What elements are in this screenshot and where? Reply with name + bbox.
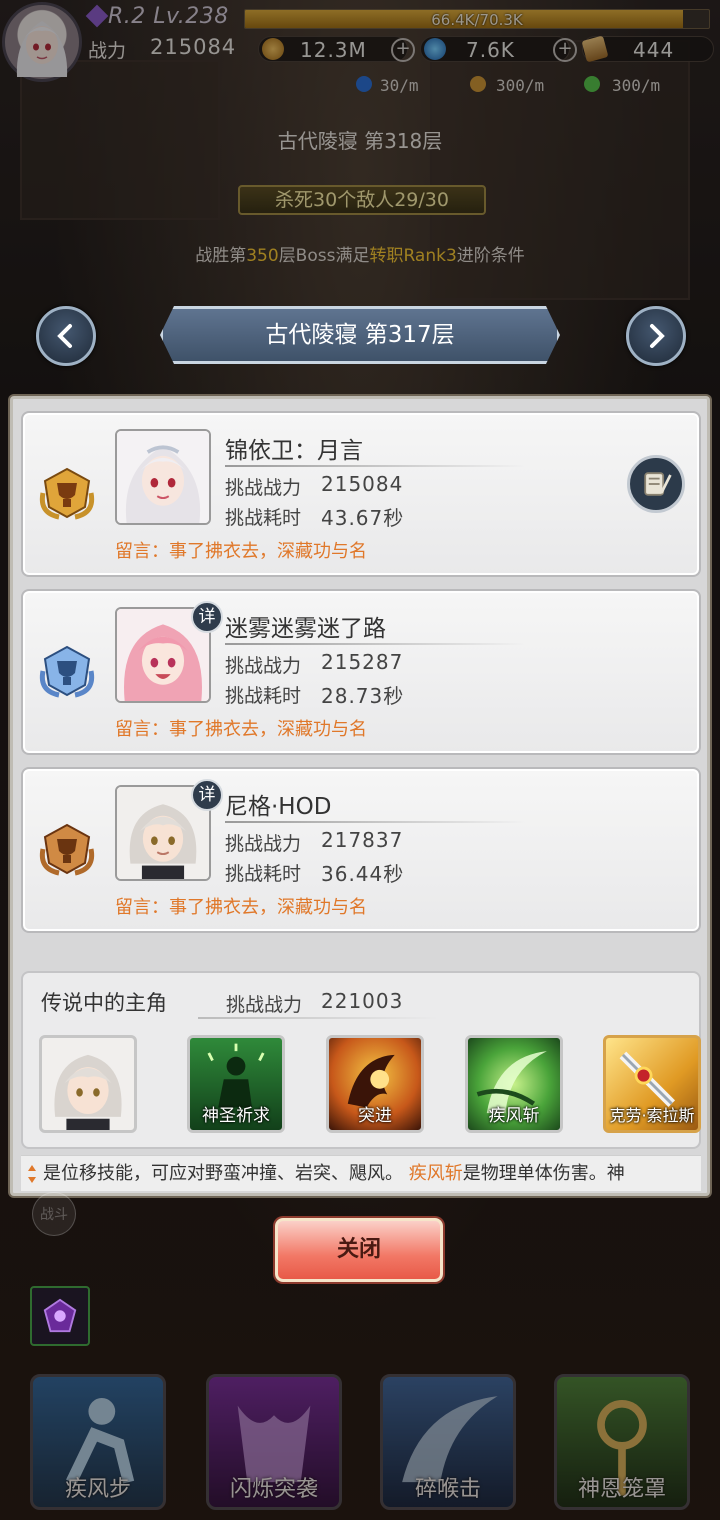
detail-badge[interactable]: 详 xyxy=(191,601,223,633)
boss-hint-floor: 350 xyxy=(246,246,279,266)
player-name: 锦依卫：月言 xyxy=(225,438,363,464)
skill-throat-strike[interactable]: 碎喉击 xyxy=(380,1374,516,1510)
gold-coin-icon xyxy=(262,38,284,60)
power-value: 215084 xyxy=(321,472,404,496)
record-card[interactable]: 详 迷雾迷雾迷了路 挑战战力 215287 挑战耗时 28.73秒 留言：事了拂… xyxy=(21,589,701,755)
boss-hint: 战胜第350层Boss满足转职Rank3进阶条件 xyxy=(0,241,720,266)
exp-text: 66.4K/70.3K xyxy=(431,11,523,29)
scroll-value: 444 xyxy=(633,38,675,62)
skill-label: 克劳·索拉斯 xyxy=(609,1106,695,1125)
legend-power-label: 挑战战力 xyxy=(226,994,303,1016)
tip-text: 是位移技能，可应对野蛮冲撞、岩突、飓风。 xyxy=(43,1163,409,1184)
skill-wind-step[interactable]: 疾风步 xyxy=(30,1374,166,1510)
time-label: 挑战耗时 xyxy=(225,507,302,529)
floor-title: 古代陵寝 第317层 xyxy=(160,306,560,364)
power-label: 挑战战力 xyxy=(225,655,302,677)
gold-trophy-icon xyxy=(39,467,95,520)
silver-trophy-icon xyxy=(39,645,95,698)
time-value: 36.44秒 xyxy=(321,862,405,886)
skill-holy-prayer[interactable]: 神圣祈求 xyxy=(187,1035,285,1133)
crystal-value: 7.6K xyxy=(466,38,515,62)
skill-divine-grace[interactable]: 神恩笼罩 xyxy=(554,1374,690,1510)
bottom-skill-label: 闪烁突袭 xyxy=(229,1477,318,1502)
prev-floor-button[interactable] xyxy=(36,306,96,366)
add-gold-button[interactable]: + xyxy=(391,38,415,62)
power-label: 挑战战力 xyxy=(225,477,302,499)
gem-slot[interactable] xyxy=(30,1286,90,1346)
gold-rate-icon xyxy=(470,76,486,92)
skill-label: 神圣祈求 xyxy=(202,1106,270,1126)
power-label: 战力 xyxy=(88,40,127,62)
player-portrait[interactable] xyxy=(115,429,211,525)
legend-divider xyxy=(198,1017,438,1019)
weapon-claiomh-solais[interactable]: 克劳·索拉斯 xyxy=(603,1035,701,1133)
records-panel: 锦依卫：月言 挑战战力 215084 挑战耗时 43.67秒 留言：事了拂衣去，… xyxy=(10,396,710,1196)
time-label: 挑战耗时 xyxy=(225,685,302,707)
bottom-skill-label: 神恩笼罩 xyxy=(577,1477,666,1502)
next-floor-button[interactable] xyxy=(626,306,686,366)
legend-hero-portrait[interactable] xyxy=(39,1035,137,1133)
purple-gem-icon xyxy=(43,1298,77,1333)
detail-badge[interactable]: 详 xyxy=(191,779,223,811)
boss-hint-part: 战胜第 xyxy=(195,246,247,266)
player-name: 迷雾迷雾迷了路 xyxy=(225,616,386,642)
crystal-rate: 30/m xyxy=(380,76,419,95)
avatar-portrait-icon xyxy=(16,21,68,77)
skill-charge[interactable]: 突进 xyxy=(326,1035,424,1133)
crystal-rate-icon xyxy=(356,76,372,92)
name-divider xyxy=(225,643,525,645)
up-down-arrow-icon xyxy=(28,1165,36,1183)
skill-label: 突进 xyxy=(358,1106,392,1126)
skill-flash-assault[interactable]: 闪烁突袭 xyxy=(206,1374,342,1510)
exp-bar: 66.4K/70.3K xyxy=(244,9,710,29)
player-message: 留言：事了拂衣去，深藏功与名 xyxy=(115,719,367,740)
scroll-quill-icon xyxy=(644,472,672,496)
bottom-skill-label: 疾风步 xyxy=(64,1477,131,1502)
close-button[interactable]: 关闭 xyxy=(275,1218,443,1282)
power-label: 挑战战力 xyxy=(225,833,302,855)
exp-rate-icon xyxy=(584,76,600,92)
chevron-right-icon xyxy=(650,324,665,348)
exp-rate: 300/m xyxy=(612,76,661,95)
player-level: R.2 Lv.238 xyxy=(108,4,229,29)
record-card[interactable]: 锦依卫：月言 挑战战力 215084 挑战耗时 43.67秒 留言：事了拂衣去，… xyxy=(21,411,701,577)
tip-highlight: 疾风斩 xyxy=(408,1163,463,1184)
white-haired-boy-portrait-icon xyxy=(54,1054,122,1130)
player-avatar[interactable] xyxy=(2,2,82,82)
replay-scroll-button[interactable] xyxy=(627,455,685,513)
name-divider xyxy=(225,821,525,823)
legend-title: 传说中的主角 xyxy=(41,991,167,1015)
power-value: 217837 xyxy=(321,828,404,852)
skill-label: 疾风斩 xyxy=(488,1106,540,1126)
boss-hint-part: 层Boss满足 xyxy=(278,246,370,266)
silver-haired-elf-portrait-icon xyxy=(117,431,209,523)
skill-gale-slash[interactable]: 疾风斩 xyxy=(465,1035,563,1133)
legend-power-value: 221003 xyxy=(321,989,404,1013)
legend-tip-strip: 是位移技能，可应对野蛮冲撞、岩突、飓风。 疾风斩是物理单体伤害。神 xyxy=(21,1155,701,1191)
record-card[interactable]: 详 尼格·HOD 挑战战力 217837 挑战耗时 36.44秒 留言：事了拂衣… xyxy=(21,767,701,933)
chevron-left-icon xyxy=(57,324,72,348)
gold-rate: 300/m xyxy=(496,76,545,95)
boss-hint-part: 进阶条件 xyxy=(456,246,525,266)
time-value: 28.73秒 xyxy=(321,684,405,708)
player-message: 留言：事了拂衣去，深藏功与名 xyxy=(115,897,367,918)
fight-button[interactable]: 战斗 xyxy=(32,1192,76,1236)
bottom-skill-label: 碎喉击 xyxy=(414,1477,481,1502)
gold-value: 12.3M xyxy=(300,38,367,62)
add-crystal-button[interactable]: + xyxy=(553,38,577,62)
tip-text: 是物理单体伤害。神 xyxy=(462,1163,625,1184)
power-value: 215287 xyxy=(321,650,404,674)
bronze-trophy-icon xyxy=(39,823,95,876)
time-value: 43.67秒 xyxy=(321,506,405,530)
legend-protagonist-section: 传说中的主角 挑战战力 221003 神圣祈求 突进 疾风斩 克劳·索拉斯 xyxy=(21,971,701,1149)
blue-crystal-icon xyxy=(424,38,446,60)
power-value: 215084 xyxy=(150,35,237,59)
stage-title: 古代陵寝 第318层 xyxy=(277,129,443,153)
time-label: 挑战耗时 xyxy=(225,863,302,885)
boss-hint-rank: 转职Rank3 xyxy=(369,246,457,266)
quest-progress: 杀死30个敌人29/30 xyxy=(238,185,486,215)
name-divider xyxy=(225,465,525,467)
player-name: 尼格·HOD xyxy=(225,794,332,820)
player-message: 留言：事了拂衣去，深藏功与名 xyxy=(115,541,367,562)
